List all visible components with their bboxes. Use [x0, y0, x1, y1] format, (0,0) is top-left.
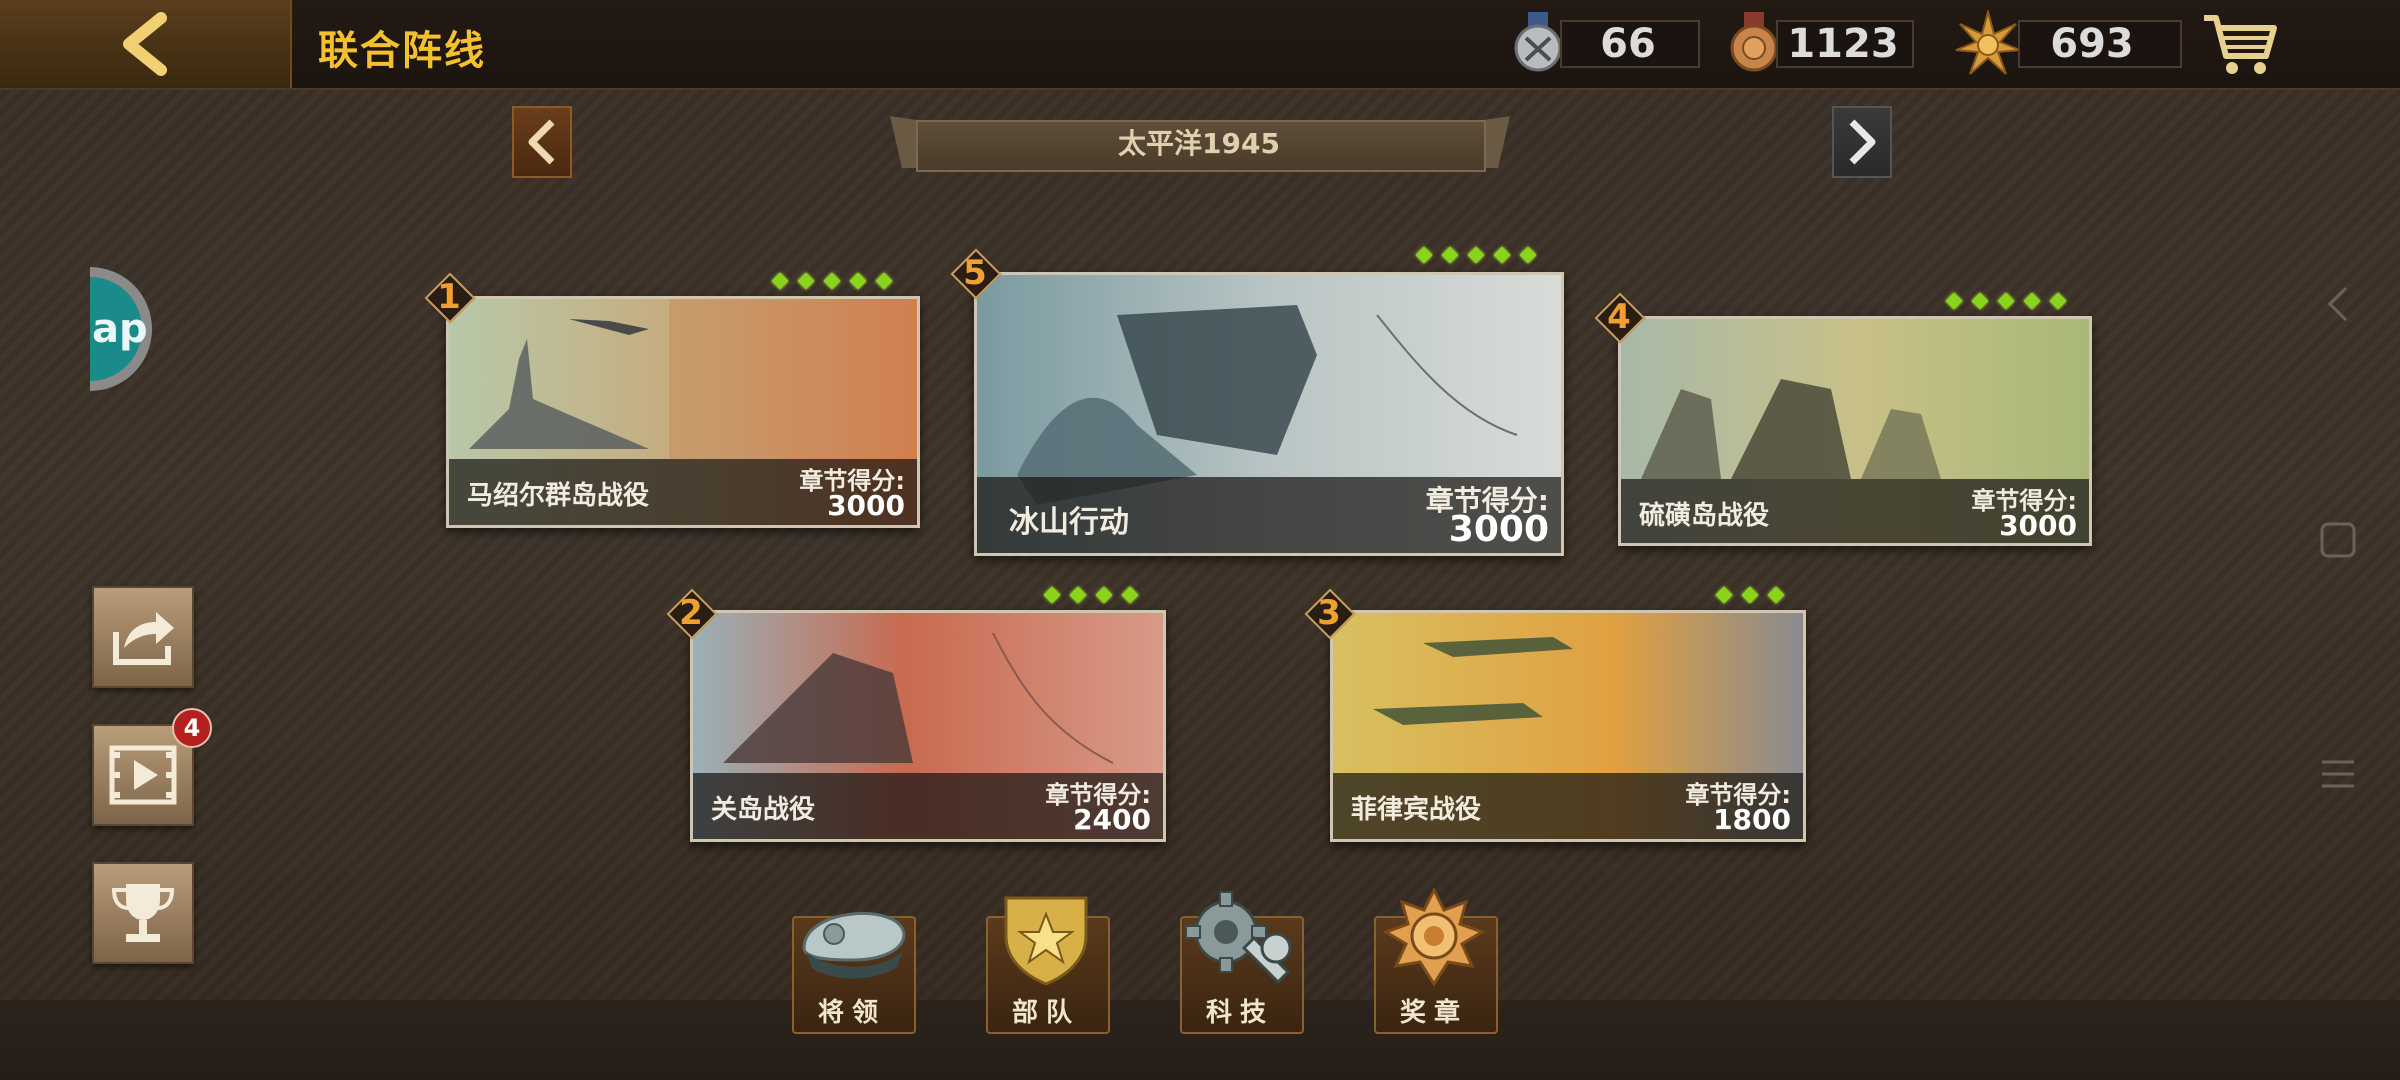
system-back-icon[interactable]	[2316, 282, 2360, 326]
star-icon	[797, 272, 815, 290]
technology-label: 科技	[1205, 998, 1274, 1028]
system-home-icon[interactable]	[2316, 518, 2360, 562]
previous-chapter-button[interactable]	[512, 106, 572, 178]
score-value: 3000	[1999, 509, 2077, 542]
mission-order-marker: 4	[1594, 292, 1646, 344]
page-title: 联合阵线	[318, 28, 486, 74]
star-icon	[1997, 292, 2015, 310]
star-icon	[1043, 586, 1061, 604]
star-icon	[875, 272, 893, 290]
shopping-cart-icon	[2204, 15, 2277, 74]
score-value: 3000	[1448, 509, 1549, 550]
star-icon	[849, 272, 867, 290]
chevron-right-icon	[1849, 119, 1876, 165]
star-icon	[771, 272, 789, 290]
mission-card-philippines[interactable]: 菲律宾战役 章节得分: 1800	[1330, 610, 1806, 842]
mission-stars	[768, 272, 898, 292]
star-icon	[1715, 586, 1733, 604]
star-icon	[1945, 292, 1963, 310]
star-icon	[1493, 246, 1511, 264]
mission-info-bar: 硫磺岛战役 章节得分: 3000	[1621, 479, 2089, 543]
shield-star-icon	[1004, 896, 1088, 986]
mission-name: 马绍尔群岛战役	[467, 481, 650, 511]
trophy-icon	[111, 884, 175, 942]
mission-name: 关岛战役	[711, 795, 816, 825]
mission-stars	[1712, 586, 1790, 606]
resource-sun-value: 693	[2050, 21, 2134, 67]
mission-order-number: 2	[679, 593, 703, 633]
star-icon	[1095, 586, 1113, 604]
chapter-name: 太平洋1945	[1118, 127, 1280, 160]
next-chapter-button[interactable]	[1832, 106, 1892, 178]
generals-label: 将领	[817, 998, 886, 1028]
mission-stars	[1040, 586, 1144, 606]
back-button[interactable]	[0, 0, 292, 88]
mission-stars	[1942, 292, 2072, 312]
shop-cart-button[interactable]	[2200, 8, 2280, 80]
share-button[interactable]	[92, 586, 194, 688]
video-notification-badge: 4	[172, 708, 212, 748]
star-icon	[1441, 246, 1459, 264]
score-value: 3000	[827, 489, 905, 522]
score-value: 1800	[1713, 803, 1791, 836]
star-icon	[1741, 586, 1759, 604]
ap-event-button[interactable]: ap	[90, 266, 154, 392]
mission-order-number: 3	[1317, 593, 1341, 633]
back-arrow-icon	[123, 12, 167, 76]
troops-label: 部队	[1011, 998, 1080, 1028]
film-play-icon	[109, 745, 177, 805]
chapter-banner: 太平洋1945	[890, 116, 1510, 174]
troops-button[interactable]: 部队	[982, 888, 1110, 1034]
mission-name: 硫磺岛战役	[1639, 501, 1770, 531]
mission-order-number: 5	[963, 253, 987, 293]
chevron-left-icon	[528, 119, 555, 165]
resource-silver-value: 66	[1600, 21, 1656, 67]
mission-order-marker: 3	[1304, 588, 1356, 640]
star-icon	[1519, 246, 1537, 264]
mission-card-marshall[interactable]: 马绍尔群岛战役 章节得分: 3000	[446, 296, 920, 528]
mission-card-iwojima[interactable]: 硫磺岛战役 章节得分: 3000	[1618, 316, 2092, 546]
star-icon	[823, 272, 841, 290]
medals-button[interactable]: 奖章	[1370, 888, 1498, 1034]
mission-stars	[1412, 246, 1542, 266]
mission-name: 菲律宾战役	[1351, 795, 1482, 825]
star-icon	[1767, 586, 1785, 604]
share-icon	[113, 612, 174, 665]
star-icon	[1415, 246, 1433, 264]
sun-badge-icon	[1955, 10, 2021, 75]
medal-icon	[1382, 888, 1486, 987]
star-icon	[2023, 292, 2041, 310]
mission-order-marker: 5	[950, 248, 1002, 300]
mission-info-bar: 冰山行动 章节得分: 3000	[977, 477, 1561, 553]
mission-order-marker: 2	[666, 588, 718, 640]
mission-order-number: 1	[437, 277, 461, 317]
mission-card-iceberg[interactable]: 冰山行动 章节得分: 3000	[974, 272, 1564, 556]
star-icon	[1121, 586, 1139, 604]
mission-name: 冰山行动	[1009, 505, 1129, 540]
mission-card-guam[interactable]: 关岛战役 章节得分: 2400	[690, 610, 1166, 842]
resource-bronze-value: 1123	[1787, 21, 1899, 67]
mission-order-number: 4	[1607, 297, 1631, 337]
technology-button[interactable]: 科技	[1176, 888, 1304, 1034]
system-menu-icon[interactable]	[2316, 752, 2360, 796]
trophy-button[interactable]	[92, 862, 194, 964]
top-bar: 联合阵线 66 1123 693	[0, 0, 2400, 90]
ap-label: ap	[92, 306, 148, 352]
officer-cap-icon	[802, 912, 906, 979]
star-icon	[1069, 586, 1087, 604]
generals-button[interactable]: 将领	[788, 888, 916, 1034]
mission-info-bar: 菲律宾战役 章节得分: 1800	[1333, 773, 1803, 839]
star-icon	[1971, 292, 1989, 310]
score-value: 2400	[1073, 803, 1151, 836]
silver-medal-icon	[1514, 12, 1562, 72]
gear-wrench-icon	[1185, 891, 1292, 985]
star-icon	[1467, 246, 1485, 264]
medals-label: 奖章	[1399, 998, 1468, 1028]
mission-info-bar: 关岛战役 章节得分: 2400	[693, 773, 1163, 839]
star-icon	[2049, 292, 2067, 310]
bronze-medal-icon	[1730, 12, 1778, 72]
mission-info-bar: 马绍尔群岛战役 章节得分: 3000	[449, 459, 917, 525]
mission-order-marker: 1	[424, 272, 476, 324]
